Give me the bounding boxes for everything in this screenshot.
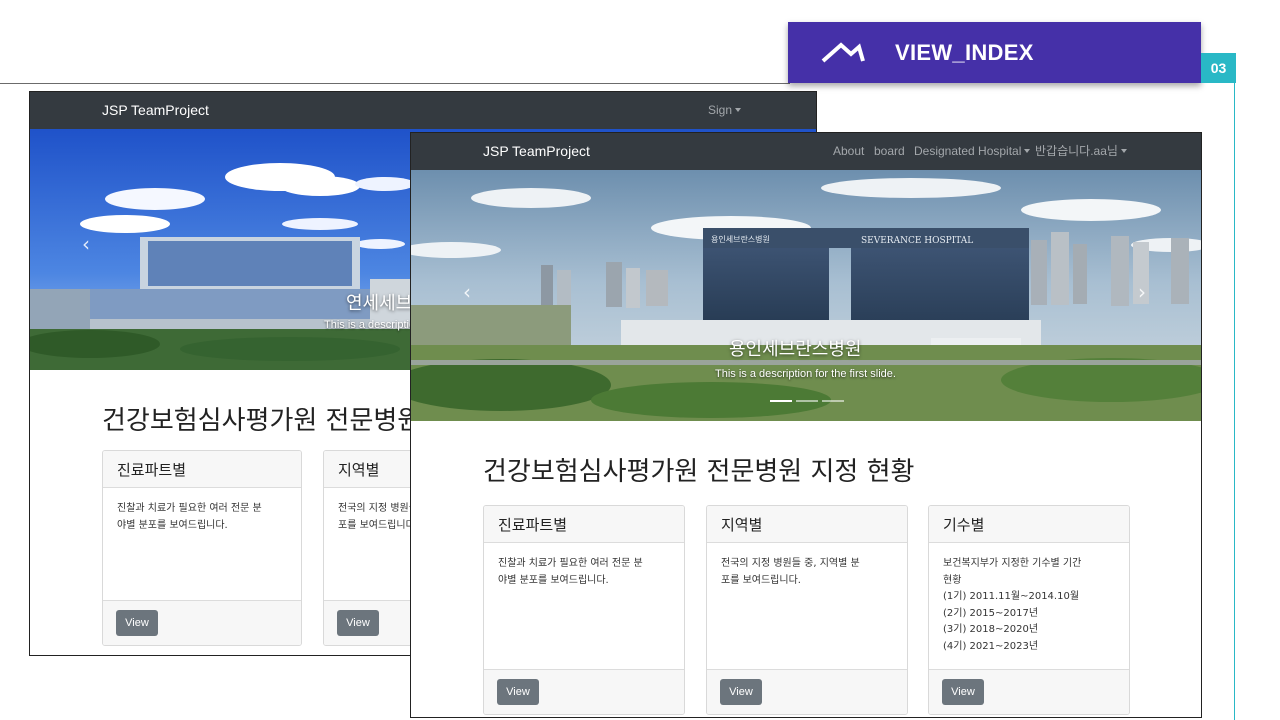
navbar-brand[interactable]: JSP TeamProject <box>102 92 209 129</box>
nav-designated-dropdown[interactable]: Designated Hospital <box>914 133 1031 170</box>
slide-title-banner: VIEW_INDEX <box>788 22 1201 83</box>
carousel-caption-title: 용인세브란스병원 <box>729 339 862 360</box>
card-footer: View <box>929 669 1129 714</box>
card-title: 지역별 <box>721 516 763 534</box>
page-number: 03 <box>1201 53 1236 83</box>
card-title: 지역별 <box>338 461 380 479</box>
card-body: 전국의 지정 병원들 중, 지역별 분 포를 보여드립니다. <box>721 558 860 586</box>
view-button[interactable]: View <box>942 679 984 705</box>
card-footer: View <box>103 600 301 645</box>
carousel-next-icon[interactable]: › <box>1138 280 1146 304</box>
carousel-indicator[interactable] <box>770 400 792 402</box>
carousel-indicator[interactable] <box>822 400 844 402</box>
view-button[interactable]: View <box>116 610 158 636</box>
card-region: 지역별 전국의 지정 병원들 중, 지역별 분 포를 보여드립니다. View <box>706 505 908 715</box>
card-header: 진료파트별 <box>103 451 301 488</box>
card-title: 진료파트별 <box>117 461 187 479</box>
navbar: JSP TeamProject Sign <box>30 92 816 129</box>
card-title: 기수별 <box>943 516 985 534</box>
caret-down-icon <box>1024 148 1031 153</box>
slide-side-line <box>1234 83 1235 720</box>
card-department: 진료파트별 진찰과 치료가 필요한 여러 전문 분 야별 분포를 보여드립니다. … <box>102 450 302 646</box>
card-period: 기수별 보건복지부가 지정한 기수별 기간 현황 (1기) 2011.11월~2… <box>928 505 1130 715</box>
slide-title: VIEW_INDEX <box>895 39 1034 65</box>
carousel-prev-icon[interactable]: ‹ <box>82 232 90 256</box>
nav-about-link[interactable]: About <box>833 133 864 170</box>
card-body: 진찰과 치료가 필요한 여러 전문 분 야별 분포를 보여드립니다. <box>117 503 262 531</box>
chevron-up-roof-icon <box>821 41 865 62</box>
carousel-indicators <box>770 400 844 402</box>
slide-divider-line <box>0 83 790 84</box>
card-footer: View <box>484 669 684 714</box>
carousel-caption-desc: This is a description for the first slid… <box>715 368 896 380</box>
view-button[interactable]: View <box>720 679 762 705</box>
hero-image: SEVERANCE HOSPITAL 용인세브란스병원 <box>411 170 1201 421</box>
card-header: 지역별 <box>707 506 907 543</box>
page-title: 건강보험심사평가원 전문병원 지정 현황 <box>483 457 915 487</box>
carousel-indicator[interactable] <box>796 400 818 402</box>
card-footer: View <box>707 669 907 714</box>
front-screenshot: JSP TeamProject About board Designated H… <box>410 132 1202 718</box>
card-header: 진료파트별 <box>484 506 684 543</box>
building-sign: SEVERANCE HOSPITAL <box>861 236 973 246</box>
card-header: 기수별 <box>929 506 1129 543</box>
card-body: 보건복지부가 지정한 기수별 기간 현황 (1기) 2011.11월~2014.… <box>943 558 1082 652</box>
nav-user-dropdown[interactable]: 반갑습니다.aa님 <box>1035 133 1127 170</box>
nav-board-link[interactable]: board <box>874 133 905 170</box>
view-button[interactable]: View <box>497 679 539 705</box>
card-department: 진료파트별 진찰과 치료가 필요한 여러 전문 분 야별 분포를 보여드립니다. … <box>483 505 685 715</box>
view-button[interactable]: View <box>337 610 379 636</box>
navbar-brand[interactable]: JSP TeamProject <box>483 133 590 170</box>
carousel-prev-icon[interactable]: ‹ <box>463 280 471 304</box>
hero-carousel: SEVERANCE HOSPITAL 용인세브란스병원 ‹ › 용인세브란스병원… <box>411 170 1201 421</box>
navbar: JSP TeamProject About board Designated H… <box>411 133 1201 170</box>
card-title: 진료파트별 <box>498 516 568 534</box>
card-body: 진찰과 치료가 필요한 여러 전문 분 야별 분포를 보여드립니다. <box>498 558 643 586</box>
building-sign-kr: 용인세브란스병원 <box>711 234 770 244</box>
caret-down-icon <box>735 107 742 112</box>
nav-sign-dropdown[interactable]: Sign <box>708 92 742 129</box>
caret-down-icon <box>1120 148 1127 153</box>
